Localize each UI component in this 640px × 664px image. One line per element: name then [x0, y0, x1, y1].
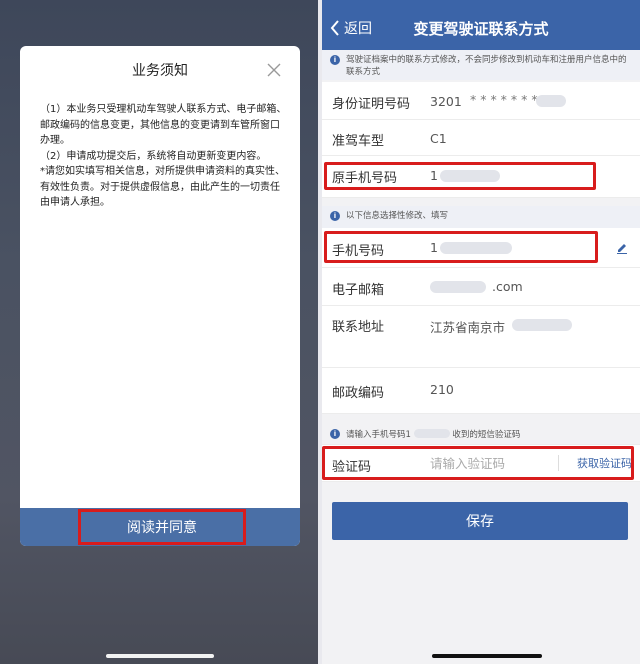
license-class-value: C1: [430, 131, 447, 146]
license-class-row: 准驾车型 C1: [322, 120, 640, 156]
edit-pencil-icon[interactable]: [616, 242, 628, 254]
modal-footer: 阅读并同意: [20, 508, 300, 546]
sms-notice: i 请输入手机号码1 收到的短信验证码: [322, 424, 640, 444]
id-number-row: 身份证明号码 3201 * * * * * * *: [322, 82, 640, 120]
back-label: 返回: [344, 21, 372, 37]
left-screen: 业务须知 （1）本业务只受理机动车驾驶人联系方式、电子邮箱、邮政编码的信息变更，…: [0, 0, 320, 664]
right-screen: 返回 变更驾驶证联系方式 i 驾驶证档案中的联系方式修改，不会同步修改到机动车和…: [322, 0, 640, 664]
info-icon: i: [330, 55, 340, 65]
info-icon: i: [330, 211, 340, 221]
highlight-box-original-phone: [324, 162, 596, 190]
zip-label: 邮政编码: [332, 386, 385, 401]
home-indicator: [432, 654, 542, 658]
top-notice: i 驾驶证档案中的联系方式修改，不会同步修改到机动车和注册用户信息中的联系方式: [322, 50, 640, 80]
modal-body: （1）本业务只受理机动车驾驶人联系方式、电子邮箱、邮政编码的信息变更，其他信息的…: [40, 102, 288, 211]
home-indicator: [106, 654, 214, 658]
sms-notice-text-b: 收到的短信验证码: [452, 430, 521, 440]
redacted-value: [512, 319, 572, 331]
license-class-label: 准驾车型: [332, 134, 385, 149]
close-icon[interactable]: [266, 62, 282, 78]
address-value[interactable]: 江苏省南京市: [430, 317, 505, 336]
optional-notice-text: 以下信息选择性修改、填写: [346, 211, 449, 221]
address-label: 联系地址: [332, 320, 385, 335]
read-and-agree-button[interactable]: 阅读并同意: [78, 509, 246, 545]
optional-notice: i 以下信息选择性修改、填写: [322, 206, 640, 228]
highlight-box-verification: [322, 446, 634, 480]
id-number-mask: * * * * * * *: [470, 92, 538, 107]
back-button[interactable]: 返回: [330, 18, 372, 38]
sms-notice-text-a: 请输入手机号码1: [346, 430, 411, 440]
email-row[interactable]: 电子邮箱 .com: [322, 268, 640, 306]
email-value[interactable]: .com: [492, 279, 523, 294]
business-notice-modal: 业务须知 （1）本业务只受理机动车驾驶人联系方式、电子邮箱、邮政编码的信息变更，…: [20, 46, 300, 546]
address-row[interactable]: 联系地址 江苏省南京市: [322, 306, 640, 368]
notice-paragraph-1: （1）本业务只受理机动车驾驶人联系方式、电子邮箱、邮政编码的信息变更，其他信息的…: [40, 104, 287, 146]
id-number-value: 3201: [430, 94, 462, 109]
highlight-box-phone: [324, 231, 598, 263]
top-notice-text: 驾驶证档案中的联系方式修改，不会同步修改到机动车和注册用户信息中的联系方式: [346, 55, 627, 77]
save-button[interactable]: 保存: [332, 502, 628, 540]
nav-bar: 返回 变更驾驶证联系方式: [322, 0, 640, 56]
zip-row[interactable]: 邮政编码 210: [322, 368, 640, 414]
back-chevron-icon: [330, 20, 339, 36]
redacted-value: [536, 95, 566, 107]
id-number-label: 身份证明号码: [332, 97, 411, 112]
modal-title: 业务须知: [132, 63, 188, 79]
email-label: 电子邮箱: [332, 283, 385, 298]
redacted-value: [413, 429, 450, 438]
zip-value[interactable]: 210: [430, 382, 454, 397]
info-icon: i: [330, 429, 340, 439]
notice-paragraph-3: *请您如实填写相关信息，对所提供申请资料的真实性、有效性负责。对于提供虚假信息，…: [40, 166, 285, 208]
notice-paragraph-2: （2）申请成功提交后，系统将自动更新变更内容。: [40, 150, 267, 162]
redacted-value: [430, 281, 486, 293]
